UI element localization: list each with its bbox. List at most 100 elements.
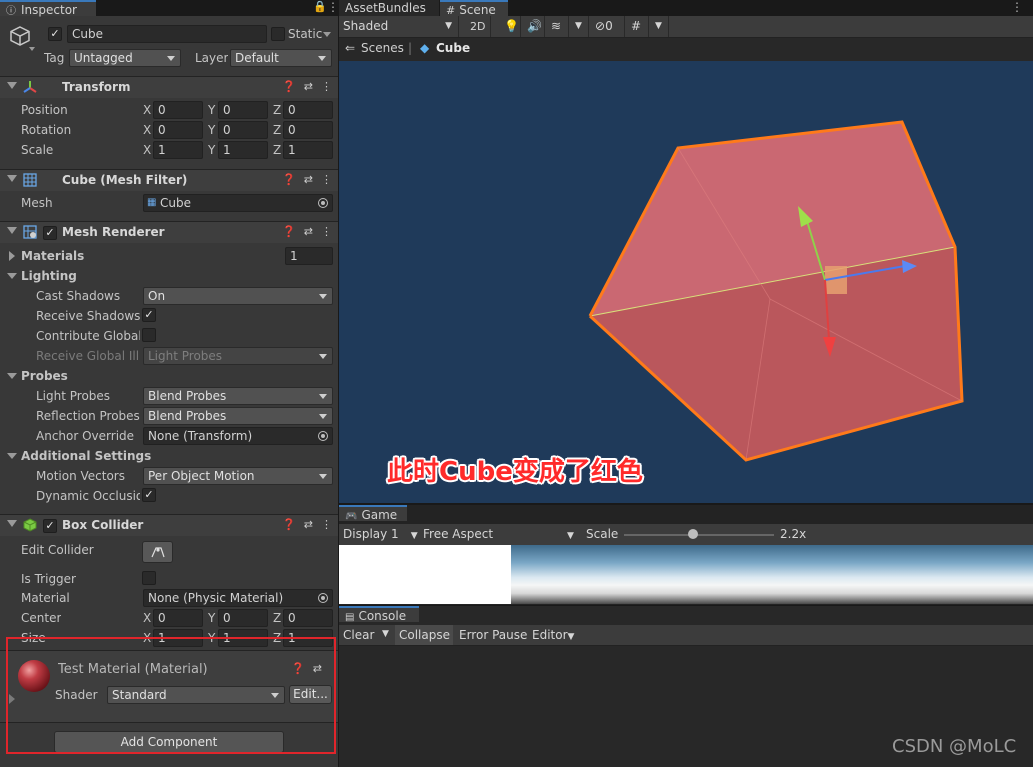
scene-viewport[interactable]: 此时Cube变成了红色 (339, 61, 1033, 503)
receive-shadows-checkbox[interactable]: ✓ (142, 308, 156, 322)
materials-count-field[interactable]: 1 (285, 247, 333, 265)
breadcrumb-scenes[interactable]: Scenes (361, 41, 404, 55)
component-menu-icon[interactable]: ⋮ (321, 173, 332, 186)
help-icon[interactable]: ❓ (282, 518, 296, 531)
dynamic-occlusion-checkbox[interactable]: ✓ (142, 488, 156, 502)
grid-dropdown-arrow[interactable]: ▼ (651, 16, 669, 37)
effects-toggle-icon[interactable]: ≋ (547, 16, 569, 37)
more-menu-icon[interactable]: ⋮ (327, 0, 338, 14)
lighting-toggle-icon[interactable]: 💡 (499, 16, 521, 37)
presets-icon[interactable]: ⇄ (304, 80, 313, 93)
static-checkbox[interactable] (271, 27, 285, 41)
physic-material-field[interactable]: None (Physic Material) (143, 589, 333, 607)
cast-shadows-dropdown[interactable]: On (143, 287, 333, 305)
object-name-field[interactable]: Cube (67, 25, 267, 43)
error-pause-button[interactable]: Error Pause (459, 628, 527, 642)
help-icon[interactable]: ❓ (282, 80, 296, 93)
component-menu-icon[interactable]: ⋮ (321, 518, 332, 531)
axis-y-label[interactable]: Y (208, 103, 215, 117)
mesh-renderer-enabled-checkbox[interactable]: ✓ (43, 226, 57, 240)
reflection-probes-dropdown[interactable]: Blend Probes (143, 407, 333, 425)
mesh-renderer-header[interactable]: ✓ Mesh Renderer ❓ ⇄ ⋮ (0, 221, 338, 243)
object-picker-icon[interactable] (318, 593, 328, 603)
transform-header[interactable]: Transform ❓ ⇄ ⋮ (0, 76, 338, 98)
editor-dropdown[interactable]: Editor▼ (532, 628, 574, 642)
tab-asset-bundles[interactable]: AssetBundles (339, 0, 439, 16)
tag-dropdown[interactable]: Untagged (69, 49, 181, 67)
collapse-button[interactable]: Collapse (395, 625, 453, 645)
additional-settings-label[interactable]: Additional Settings (21, 449, 151, 463)
scale-slider-track[interactable] (624, 534, 774, 536)
toggle-2d-button[interactable]: 2D (463, 16, 491, 37)
mesh-object-field[interactable]: ▦ Cube (143, 194, 333, 212)
position-y-field[interactable]: 0 (218, 101, 268, 119)
object-picker-icon[interactable] (318, 431, 328, 441)
static-dropdown-arrow[interactable] (323, 32, 331, 37)
tab-scene[interactable]: # Scene (440, 0, 508, 17)
icon-dropdown-arrow[interactable] (29, 47, 35, 51)
lighting-foldout-arrow[interactable] (7, 273, 17, 279)
tab-game[interactable]: 🎮 Game (339, 505, 407, 522)
is-trigger-checkbox[interactable] (142, 571, 156, 585)
help-icon[interactable]: ❓ (282, 225, 296, 238)
scenes-back-icon[interactable]: ⇐ (345, 41, 355, 55)
foldout-arrow[interactable] (7, 520, 17, 527)
box-collider-header[interactable]: ✓ Box Collider ❓ ⇄ ⋮ (0, 514, 338, 536)
axis-x-label[interactable]: X (143, 143, 151, 157)
axis-z-label[interactable]: Z (273, 103, 281, 117)
component-menu-icon[interactable]: ⋮ (321, 80, 332, 93)
effects-dropdown-arrow[interactable]: ▼ (571, 16, 589, 37)
foldout-arrow[interactable] (7, 227, 17, 234)
axis-x-label[interactable]: X (143, 123, 151, 137)
shading-mode-dropdown[interactable]: Shaded ▼ (339, 16, 459, 37)
gameobject-cube-icon[interactable] (8, 24, 32, 48)
presets-icon[interactable]: ⇄ (304, 225, 313, 238)
scale-y-field[interactable]: 1 (218, 141, 268, 159)
cube-render[interactable] (339, 61, 1033, 503)
lock-icon[interactable]: 🔒 (313, 0, 327, 13)
layer-dropdown[interactable]: Default (230, 49, 332, 67)
axis-z-label[interactable]: Z (273, 123, 281, 137)
axis-y-label[interactable]: Y (208, 611, 215, 625)
axis-z-label[interactable]: Z (273, 611, 281, 625)
scale-x-field[interactable]: 1 (153, 141, 203, 159)
rotation-y-field[interactable]: 0 (218, 121, 268, 139)
tab-inspector[interactable]: ⓘ Inspector (0, 0, 96, 17)
center-y-field[interactable]: 0 (218, 609, 268, 627)
center-x-field[interactable]: 0 (153, 609, 203, 627)
component-menu-icon[interactable]: ⋮ (321, 225, 332, 238)
tab-console[interactable]: ▤ Console (339, 606, 419, 623)
foldout-arrow[interactable] (7, 175, 17, 182)
axis-y-label[interactable]: Y (208, 123, 215, 137)
rotation-x-field[interactable]: 0 (153, 121, 203, 139)
grid-snap-icon[interactable]: # (627, 16, 649, 37)
box-collider-enabled-checkbox[interactable]: ✓ (43, 519, 57, 533)
object-picker-icon[interactable] (318, 198, 328, 208)
axis-x-label[interactable]: X (143, 611, 151, 625)
lighting-label[interactable]: Lighting (21, 269, 77, 283)
rotation-z-field[interactable]: 0 (283, 121, 333, 139)
materials-foldout-arrow[interactable] (9, 251, 15, 261)
axis-z-label[interactable]: Z (273, 143, 281, 157)
position-x-field[interactable]: 0 (153, 101, 203, 119)
materials-label[interactable]: Materials (21, 249, 84, 263)
center-z-field[interactable]: 0 (283, 609, 333, 627)
light-probes-dropdown[interactable]: Blend Probes (143, 387, 333, 405)
scale-slider-thumb[interactable] (688, 529, 698, 539)
more-menu-icon[interactable]: ⋮ (1011, 0, 1023, 14)
axis-x-label[interactable]: X (143, 103, 151, 117)
aspect-dropdown[interactable]: Free Aspect ▼ (423, 527, 574, 541)
help-icon[interactable]: ❓ (282, 173, 296, 186)
edit-collider-button[interactable] (142, 541, 173, 563)
probes-label[interactable]: Probes (21, 369, 68, 383)
presets-icon[interactable]: ⇄ (304, 173, 313, 186)
additional-settings-foldout-arrow[interactable] (7, 453, 17, 459)
position-z-field[interactable]: 0 (283, 101, 333, 119)
clear-button[interactable]: Clear (343, 628, 374, 642)
motion-vectors-dropdown[interactable]: Per Object Motion (143, 467, 333, 485)
hidden-objects-toggle[interactable]: ⊘0 (591, 16, 625, 37)
foldout-arrow[interactable] (7, 82, 17, 89)
axis-y-label[interactable]: Y (208, 143, 215, 157)
presets-icon[interactable]: ⇄ (304, 518, 313, 531)
contribute-gi-checkbox[interactable] (142, 328, 156, 342)
